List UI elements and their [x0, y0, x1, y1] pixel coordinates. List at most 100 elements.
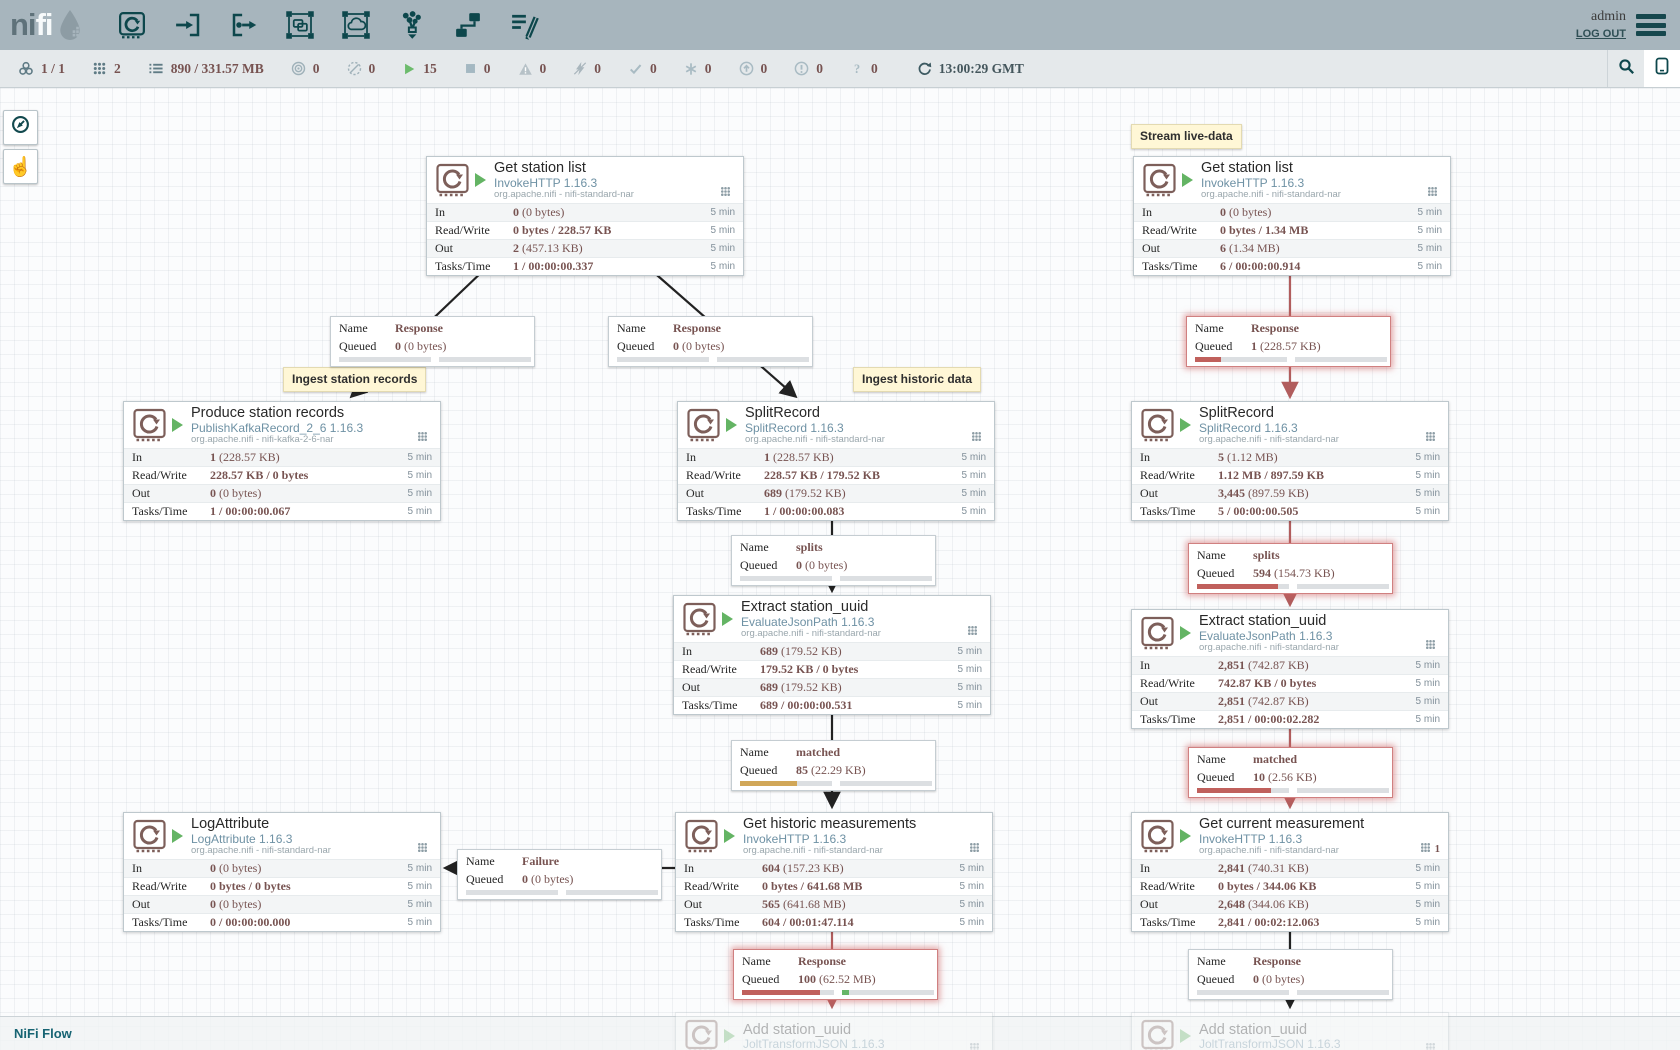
- processor-type: InvokeHTTP 1.16.3: [494, 177, 634, 190]
- stat-row: Tasks/Time 0 / 00:00:00.000 5 min: [124, 913, 440, 931]
- processor-name: Get current measurement: [1199, 816, 1364, 832]
- stat-label: Out: [686, 486, 764, 501]
- flow-canvas[interactable]: ☝ NiFi Flow Ingest station records Ingest…: [0, 88, 1680, 1050]
- processor-stats: In 2,851 (742.87 KB) 5 min Read/Write 74…: [1132, 656, 1448, 728]
- processor-bundle: org.apache.nifi - nifi-standard-nar: [1199, 846, 1364, 857]
- breadcrumb-root-link[interactable]: NiFi Flow: [14, 1026, 72, 1041]
- threads-grid-icon: [1425, 1040, 1436, 1050]
- connection-label[interactable]: Name Response Queued 1 (228.57 KB): [1186, 316, 1391, 367]
- backpressure-bars: [617, 357, 806, 362]
- processor[interactable]: Add station_uuid JoltTransformJSON 1.16.…: [1131, 1012, 1449, 1050]
- input-port-icon[interactable]: [171, 8, 205, 42]
- stat-label: Tasks/Time: [1140, 712, 1218, 727]
- processor[interactable]: Add station_uuid JoltTransformJSON 1.16.…: [675, 1012, 993, 1050]
- processor[interactable]: SplitRecord SplitRecord 1.16.3 org.apach…: [677, 401, 995, 521]
- stat-value: 1 / 00:00:00.067: [210, 504, 290, 519]
- compass-icon: [11, 115, 30, 140]
- status-count: 0: [594, 61, 601, 77]
- logout-link[interactable]: LOG OUT: [1576, 27, 1626, 42]
- active-threads-badge: [417, 840, 432, 858]
- funnel-icon[interactable]: [395, 8, 429, 42]
- backpressure-bars: [1195, 357, 1384, 362]
- label-icon[interactable]: [507, 8, 541, 42]
- processor-header: LogAttribute LogAttribute 1.16.3 org.apa…: [124, 813, 440, 859]
- processor-header: Produce station records PublishKafkaReco…: [124, 402, 440, 448]
- stat-window: 5 min: [1416, 488, 1440, 499]
- stat-row: Tasks/Time 2,841 / 00:02:12.063 5 min: [1132, 913, 1448, 931]
- connection-label[interactable]: Name Response Queued 100 (62.52 MB): [733, 949, 938, 1000]
- canvas-label[interactable]: Ingest historic data: [853, 367, 981, 392]
- connection-label[interactable]: Name Response Queued 0 (0 bytes): [608, 316, 813, 367]
- remote-process-group-icon[interactable]: [339, 8, 373, 42]
- connection-name-key: Name: [740, 540, 796, 555]
- stat-window: 5 min: [711, 225, 735, 236]
- running-indicator-icon: [1180, 418, 1191, 432]
- backpressure-size-bar: [566, 890, 658, 895]
- processor-stamp-icon: [131, 407, 168, 443]
- output-port-icon[interactable]: [227, 8, 261, 42]
- canvas-label[interactable]: Stream live-data: [1131, 124, 1242, 149]
- connection-queued-key: Queued: [1197, 972, 1253, 987]
- stat-window: 5 min: [1416, 917, 1440, 928]
- stat-row: Read/Write 228.57 KB / 179.52 KB 5 min: [678, 466, 994, 484]
- connection-label[interactable]: Name splits Queued 0 (0 bytes): [731, 535, 936, 586]
- connection-label[interactable]: Name Failure Queued 0 (0 bytes): [457, 849, 662, 900]
- operate-palette-button[interactable]: ☝: [3, 149, 38, 184]
- stat-row: In 1 (228.57 KB) 5 min: [124, 448, 440, 466]
- processor-type: EvaluateJsonPath 1.16.3: [741, 616, 881, 629]
- processor-name: Add station_uuid: [743, 1022, 885, 1038]
- stat-row: Out 6 (1.34 MB) 5 min: [1134, 239, 1450, 257]
- canvas-label[interactable]: Ingest station records: [283, 367, 426, 392]
- stat-window: 5 min: [1416, 452, 1440, 463]
- process-group-icon[interactable]: [283, 8, 317, 42]
- processor[interactable]: Produce station records PublishKafkaReco…: [123, 401, 441, 521]
- stat-label: Out: [132, 486, 210, 501]
- threads-grid-icon: [1425, 429, 1436, 447]
- processor-header: Get historic measurements InvokeHTTP 1.1…: [676, 813, 992, 859]
- stat-row: Read/Write 179.52 KB / 0 bytes 5 min: [674, 660, 990, 678]
- global-menu-button[interactable]: [1636, 14, 1666, 36]
- template-icon[interactable]: [451, 8, 485, 42]
- stat-window: 5 min: [958, 700, 982, 711]
- connection-label[interactable]: Name Response Queued 0 (0 bytes): [330, 316, 535, 367]
- stopped-icon: [464, 62, 477, 75]
- stat-value: 604 (157.23 KB): [762, 861, 844, 876]
- stat-window: 5 min: [958, 646, 982, 657]
- processor[interactable]: Get current measurement InvokeHTTP 1.16.…: [1131, 812, 1449, 932]
- backpressure-size-bar: [1297, 584, 1389, 589]
- processor[interactable]: Extract station_uuid EvaluateJsonPath 1.…: [1131, 609, 1449, 729]
- running-indicator-icon: [1180, 1029, 1191, 1043]
- stat-value: 1.12 MB / 897.59 KB: [1218, 468, 1324, 483]
- connection-label[interactable]: Name Response Queued 0 (0 bytes): [1188, 949, 1393, 1000]
- current-user: admin: [1591, 8, 1626, 27]
- processor-name: Extract station_uuid: [1199, 613, 1339, 629]
- processor[interactable]: Extract station_uuid EvaluateJsonPath 1.…: [673, 595, 991, 715]
- connection-label[interactable]: Name matched Queued 85 (22.29 KB): [731, 740, 936, 791]
- status-disabled: 0: [573, 61, 601, 77]
- stat-row: Read/Write 228.57 KB / 0 bytes 5 min: [124, 466, 440, 484]
- stat-row: Out 0 (0 bytes) 5 min: [124, 484, 440, 502]
- backpressure-bars: [339, 357, 528, 362]
- processor[interactable]: SplitRecord SplitRecord 1.16.3 org.apach…: [1131, 401, 1449, 521]
- processor[interactable]: Get historic measurements InvokeHTTP 1.1…: [675, 812, 993, 932]
- processor[interactable]: Get station list InvokeHTTP 1.16.3 org.a…: [426, 156, 744, 276]
- connection-label[interactable]: Name splits Queued 594 (154.73 KB): [1188, 543, 1393, 594]
- stat-value: 6 / 00:00:00.914: [1220, 259, 1300, 274]
- backpressure-object-bar: [617, 357, 709, 362]
- stat-value: 5 / 00:00:00.505: [1218, 504, 1298, 519]
- navigate-palette-button[interactable]: [3, 110, 38, 145]
- panel-toggle-button[interactable]: [1644, 50, 1680, 87]
- processor-type: SplitRecord 1.16.3: [1199, 422, 1339, 435]
- component-toolbar: [115, 8, 541, 42]
- status-bar: 1 / 12890 / 331.57 MB00150000000?0 13:00…: [0, 50, 1680, 88]
- processor-bundle: org.apache.nifi - nifi-kafka-2-6-nar: [191, 435, 363, 446]
- stat-value: 689 (179.52 KB): [764, 486, 846, 501]
- status-count: 0: [484, 61, 491, 77]
- search-button[interactable]: [1607, 50, 1644, 87]
- processor[interactable]: Get station list InvokeHTTP 1.16.3 org.a…: [1133, 156, 1451, 276]
- processor-stamp-icon: [681, 601, 718, 637]
- connection-label[interactable]: Name matched Queued 10 (2.56 KB): [1188, 747, 1393, 798]
- processor[interactable]: LogAttribute LogAttribute 1.16.3 org.apa…: [123, 812, 441, 932]
- stat-row: Read/Write 0 bytes / 641.68 MB 5 min: [676, 877, 992, 895]
- processor-icon[interactable]: [115, 8, 149, 42]
